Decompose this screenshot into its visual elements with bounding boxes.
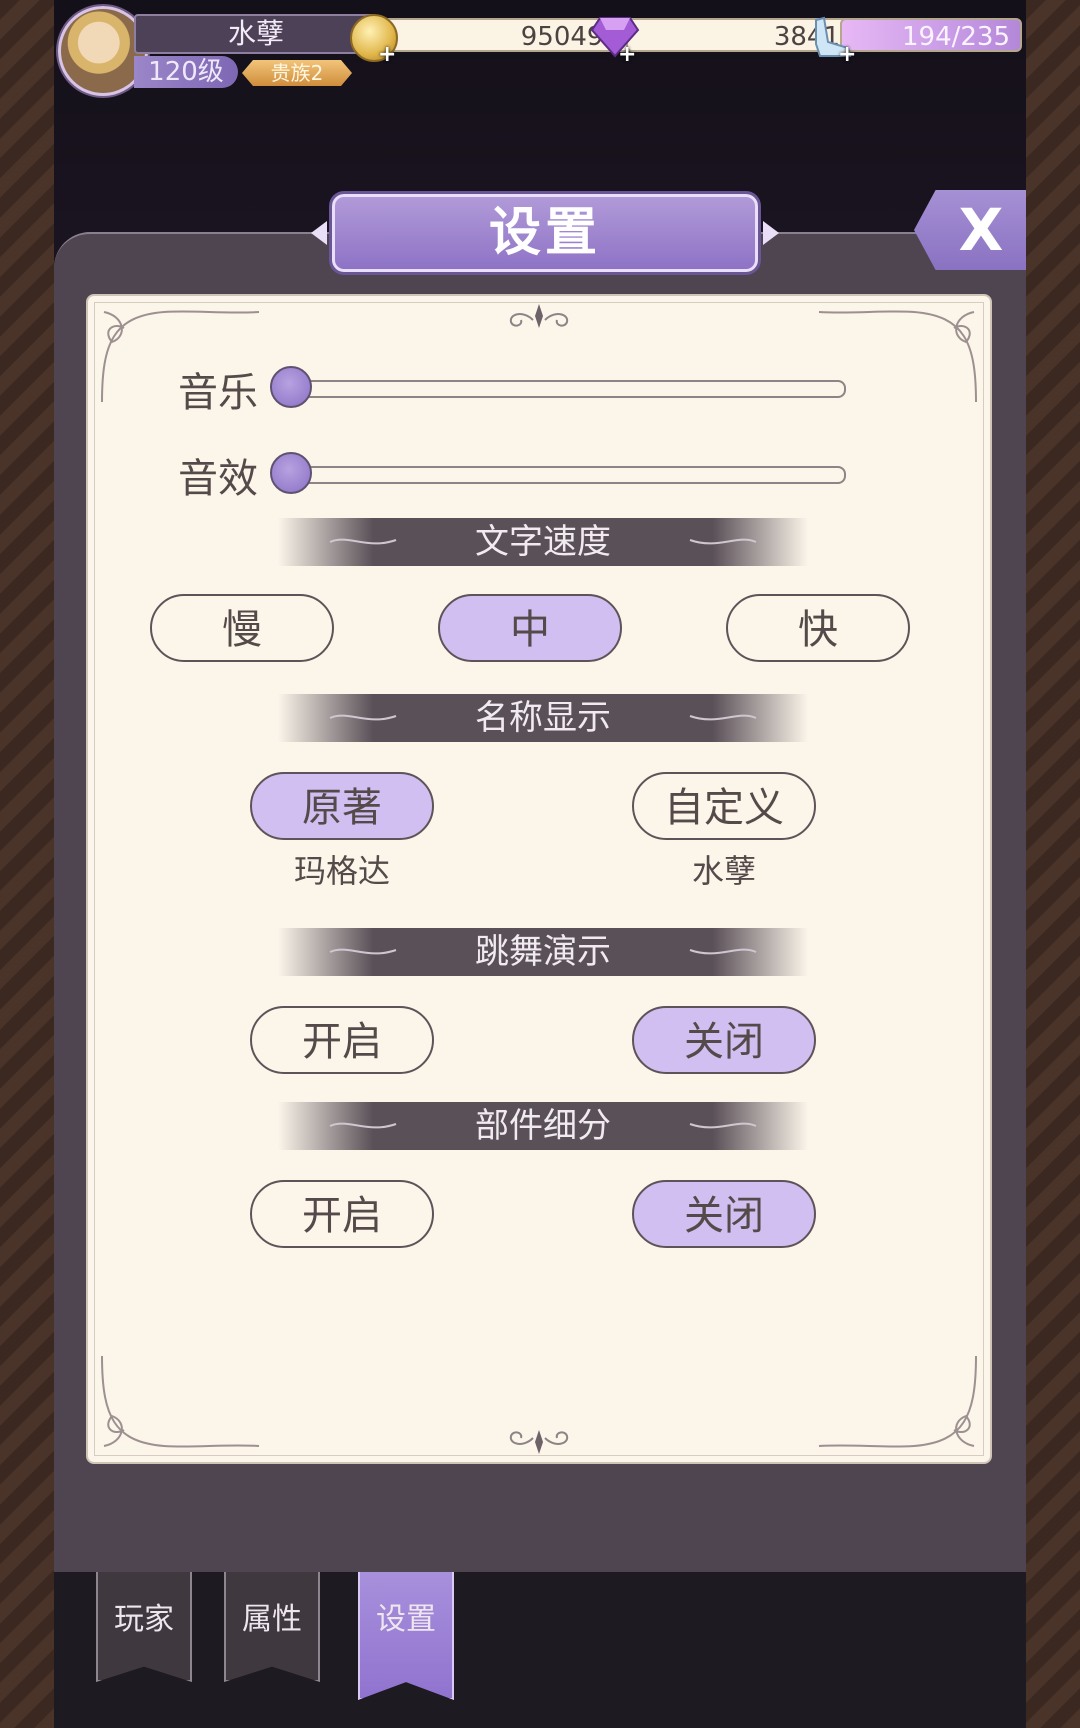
bottom-ornament-icon (509, 1430, 569, 1454)
corner-flourish-icon (101, 1355, 260, 1448)
speed-medium-button[interactable]: 中 (438, 594, 622, 662)
original-name-value: 玛格达 (293, 852, 390, 890)
flourish-left-icon (329, 714, 397, 721)
name-original-button[interactable]: 原著 (250, 772, 434, 840)
name-custom-button[interactable]: 自定义 (632, 772, 816, 840)
name-display-title: 名称显示 (475, 698, 611, 738)
flourish-left-icon (329, 1122, 397, 1129)
flourish-left-icon (329, 948, 397, 955)
add-gold-icon[interactable]: + (378, 42, 396, 67)
sfx-slider[interactable] (278, 466, 846, 484)
part-detail-title: 部件细分 (475, 1106, 611, 1146)
flourish-right-icon (689, 948, 757, 955)
dance-demo-title: 跳舞演示 (475, 932, 611, 972)
music-slider[interactable] (278, 380, 846, 398)
left-frame (0, 0, 58, 1728)
player-level: 120级 (134, 56, 238, 88)
dance-demo-off-button[interactable]: 关闭 (632, 1006, 816, 1074)
speed-slow-button[interactable]: 慢 (150, 594, 334, 662)
custom-name-value: 水孽 (691, 852, 756, 890)
sfx-label: 音效 (178, 456, 258, 502)
settings-title: 设置 (332, 194, 758, 272)
settings-panel: 音乐 音效 文字速度 慢 中 快 名称显示 原著 玛格达 自定义 水孽 跳舞演示… (86, 294, 992, 1464)
text-speed-header: 文字速度 (278, 518, 808, 566)
part-detail-off-button[interactable]: 关闭 (632, 1180, 816, 1248)
dance-demo-on-button[interactable]: 开启 (250, 1006, 434, 1074)
tab-player[interactable]: 玩家 (96, 1572, 192, 1682)
name-display-header: 名称显示 (278, 694, 808, 742)
music-slider-handle[interactable] (270, 366, 312, 408)
text-speed-title: 文字速度 (475, 522, 611, 562)
add-energy-icon[interactable]: + (838, 42, 856, 67)
noble-badge[interactable]: 贵族2 (242, 60, 352, 86)
part-detail-on-button[interactable]: 开启 (250, 1180, 434, 1248)
energy-resource[interactable]: 194/235 + (810, 14, 1026, 67)
music-label: 音乐 (178, 370, 258, 416)
close-button[interactable]: X (914, 190, 1026, 270)
tab-settings[interactable]: 设置 (358, 1572, 454, 1700)
part-detail-header: 部件细分 (278, 1102, 808, 1150)
add-diamond-icon[interactable]: + (618, 42, 636, 67)
dance-demo-header: 跳舞演示 (278, 928, 808, 976)
settings-screen: 水孽 120级 贵族2 950493 + 3841 + 194/235 + 音乐… (54, 0, 1026, 1728)
settings-outer-panel: 音乐 音效 文字速度 慢 中 快 名称显示 原著 玛格达 自定义 水孽 跳舞演示… (54, 232, 1026, 1574)
flourish-right-icon (689, 714, 757, 721)
right-frame (1022, 0, 1080, 1728)
top-ornament-icon (509, 304, 569, 328)
corner-flourish-icon (818, 1355, 977, 1448)
bottom-tab-bar: 玩家 属性 设置 (54, 1572, 1026, 1728)
flourish-right-icon (689, 1122, 757, 1129)
sfx-slider-handle[interactable] (270, 452, 312, 494)
energy-value: 194/235 (840, 18, 1022, 52)
speed-fast-button[interactable]: 快 (726, 594, 910, 662)
player-name: 水孽 (134, 14, 378, 54)
tab-attributes[interactable]: 属性 (224, 1572, 320, 1682)
flourish-right-icon (689, 538, 757, 545)
flourish-left-icon (329, 538, 397, 545)
